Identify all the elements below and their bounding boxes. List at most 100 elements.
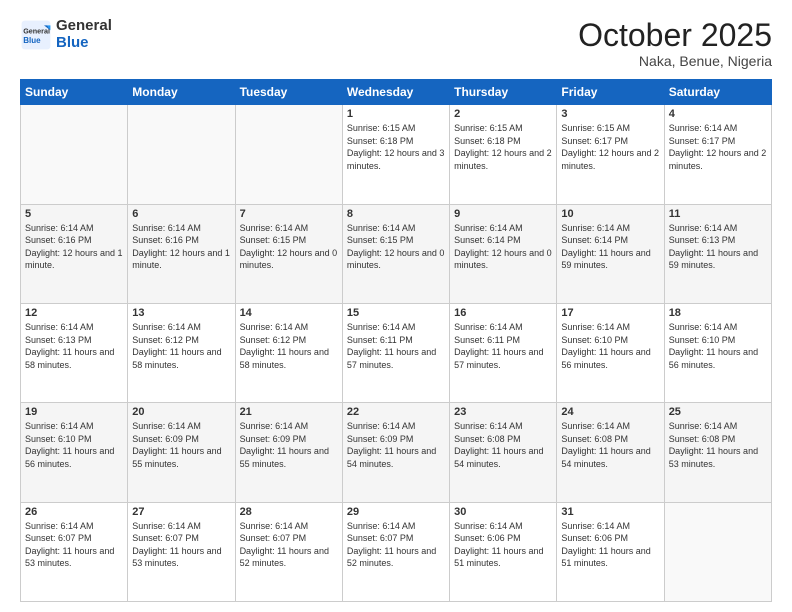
col-wednesday: Wednesday	[342, 80, 449, 105]
page-subtitle: Naka, Benue, Nigeria	[578, 53, 772, 69]
day-info: Sunrise: 6:14 AM Sunset: 6:13 PM Dayligh…	[25, 321, 123, 371]
day-number: 23	[454, 406, 552, 418]
col-sunday: Sunday	[21, 80, 128, 105]
day-number: 14	[240, 307, 338, 319]
day-info: Sunrise: 6:14 AM Sunset: 6:13 PM Dayligh…	[669, 222, 767, 272]
table-row: 17 Sunrise: 6:14 AM Sunset: 6:10 PM Dayli…	[557, 303, 664, 402]
day-number: 27	[132, 506, 230, 518]
logo-icon: General Blue	[20, 19, 52, 51]
table-row: 28 Sunrise: 6:14 AM Sunset: 6:07 PM Dayli…	[235, 502, 342, 601]
day-info: Sunrise: 6:14 AM Sunset: 6:16 PM Dayligh…	[132, 222, 230, 272]
table-row: 8Sunrise: 6:14 AM Sunset: 6:15 PM Daylig…	[342, 204, 449, 303]
table-row: 9Sunrise: 6:14 AM Sunset: 6:14 PM Daylig…	[450, 204, 557, 303]
day-info: Sunrise: 6:15 AM Sunset: 6:18 PM Dayligh…	[454, 122, 552, 172]
day-number: 10	[561, 208, 659, 220]
day-number: 30	[454, 506, 552, 518]
table-row: 5 Sunrise: 6:14 AM Sunset: 6:16 PM Daylig…	[21, 204, 128, 303]
table-row: 26Sunrise: 6:14 AM Sunset: 6:07 PM Dayli…	[21, 502, 128, 601]
page-title: October 2025	[578, 18, 772, 53]
day-number: 5	[25, 208, 123, 220]
day-info: Sunrise: 6:14 AM Sunset: 6:07 PM Dayligh…	[132, 520, 230, 570]
table-row: 7Sunrise: 6:14 AM Sunset: 6:15 PM Daylig…	[235, 204, 342, 303]
logo: General Blue General Blue	[20, 18, 112, 51]
day-number: 1	[347, 108, 445, 120]
day-number: 8	[347, 208, 445, 220]
day-info: Sunrise: 6:14 AM Sunset: 6:12 PM Dayligh…	[132, 321, 230, 371]
table-row: 10 Sunrise: 6:14 AM Sunset: 6:14 PM Dayli…	[557, 204, 664, 303]
col-tuesday: Tuesday	[235, 80, 342, 105]
logo-text-general: General	[56, 18, 112, 35]
table-row: 21 Sunrise: 6:14 AM Sunset: 6:09 PM Dayli…	[235, 403, 342, 502]
calendar-week-row: 5 Sunrise: 6:14 AM Sunset: 6:16 PM Daylig…	[21, 204, 772, 303]
day-number: 31	[561, 506, 659, 518]
day-info: Sunrise: 6:14 AM Sunset: 6:09 PM Dayligh…	[240, 420, 338, 470]
day-info: Sunrise: 6:14 AM Sunset: 6:09 PM Dayligh…	[132, 420, 230, 470]
table-row: 19Sunrise: 6:14 AM Sunset: 6:10 PM Dayli…	[21, 403, 128, 502]
day-info: Sunrise: 6:14 AM Sunset: 6:07 PM Dayligh…	[25, 520, 123, 570]
table-row: 13Sunrise: 6:14 AM Sunset: 6:12 PM Dayli…	[128, 303, 235, 402]
day-info: Sunrise: 6:14 AM Sunset: 6:07 PM Dayligh…	[347, 520, 445, 570]
day-info: Sunrise: 6:14 AM Sunset: 6:17 PM Dayligh…	[669, 122, 767, 172]
table-row: 24Sunrise: 6:14 AM Sunset: 6:08 PM Dayli…	[557, 403, 664, 502]
day-info: Sunrise: 6:14 AM Sunset: 6:06 PM Dayligh…	[561, 520, 659, 570]
table-row: 15 Sunrise: 6:14 AM Sunset: 6:11 PM Dayli…	[342, 303, 449, 402]
table-row: 29 Sunrise: 6:14 AM Sunset: 6:07 PM Dayli…	[342, 502, 449, 601]
day-number: 15	[347, 307, 445, 319]
day-number: 28	[240, 506, 338, 518]
table-row: 23 Sunrise: 6:14 AM Sunset: 6:08 PM Dayli…	[450, 403, 557, 502]
day-info: Sunrise: 6:14 AM Sunset: 6:08 PM Dayligh…	[454, 420, 552, 470]
day-info: Sunrise: 6:14 AM Sunset: 6:09 PM Dayligh…	[347, 420, 445, 470]
page: General Blue General Blue October 2025 N…	[0, 0, 792, 612]
table-row: 12 Sunrise: 6:14 AM Sunset: 6:13 PM Dayli…	[21, 303, 128, 402]
day-info: Sunrise: 6:14 AM Sunset: 6:06 PM Dayligh…	[454, 520, 552, 570]
day-info: Sunrise: 6:15 AM Sunset: 6:17 PM Dayligh…	[561, 122, 659, 172]
day-number: 21	[240, 406, 338, 418]
day-info: Sunrise: 6:14 AM Sunset: 6:11 PM Dayligh…	[347, 321, 445, 371]
day-number: 11	[669, 208, 767, 220]
col-thursday: Thursday	[450, 80, 557, 105]
day-number: 3	[561, 108, 659, 120]
day-number: 18	[669, 307, 767, 319]
day-info: Sunrise: 6:14 AM Sunset: 6:15 PM Dayligh…	[240, 222, 338, 272]
svg-text:General: General	[23, 26, 50, 35]
table-row: 25Sunrise: 6:14 AM Sunset: 6:08 PM Dayli…	[664, 403, 771, 502]
day-number: 12	[25, 307, 123, 319]
day-number: 24	[561, 406, 659, 418]
table-row: 3 Sunrise: 6:15 AM Sunset: 6:17 PM Daylig…	[557, 105, 664, 204]
table-row: 1Sunrise: 6:15 AM Sunset: 6:18 PM Daylig…	[342, 105, 449, 204]
col-monday: Monday	[128, 80, 235, 105]
day-info: Sunrise: 6:14 AM Sunset: 6:16 PM Dayligh…	[25, 222, 123, 272]
day-number: 22	[347, 406, 445, 418]
table-row: 18Sunrise: 6:14 AM Sunset: 6:10 PM Dayli…	[664, 303, 771, 402]
calendar-week-row: 26Sunrise: 6:14 AM Sunset: 6:07 PM Dayli…	[21, 502, 772, 601]
table-row: 31 Sunrise: 6:14 AM Sunset: 6:06 PM Dayli…	[557, 502, 664, 601]
day-number: 20	[132, 406, 230, 418]
table-row: 22 Sunrise: 6:14 AM Sunset: 6:09 PM Dayli…	[342, 403, 449, 502]
day-number: 17	[561, 307, 659, 319]
calendar-week-row: 1 Sunrise: 6:15 AM Sunset: 6:18 PM Daylig…	[21, 105, 772, 204]
day-info: Sunrise: 6:14 AM Sunset: 6:14 PM Dayligh…	[561, 222, 659, 272]
svg-text:Blue: Blue	[23, 36, 41, 45]
day-number: 16	[454, 307, 552, 319]
day-number: 4	[669, 108, 767, 120]
header: General Blue General Blue October 2025 N…	[20, 18, 772, 69]
day-info: Sunrise: 6:14 AM Sunset: 6:07 PM Dayligh…	[240, 520, 338, 570]
table-row	[21, 105, 128, 204]
table-row: 27 Sunrise: 6:14 AM Sunset: 6:07 PM Dayli…	[128, 502, 235, 601]
table-row	[664, 502, 771, 601]
table-row: 2 Sunrise: 6:15 AM Sunset: 6:18 PM Daylig…	[450, 105, 557, 204]
table-row: 16Sunrise: 6:14 AM Sunset: 6:11 PM Dayli…	[450, 303, 557, 402]
day-number: 29	[347, 506, 445, 518]
day-number: 6	[132, 208, 230, 220]
table-row	[235, 105, 342, 204]
col-friday: Friday	[557, 80, 664, 105]
col-saturday: Saturday	[664, 80, 771, 105]
day-info: Sunrise: 6:14 AM Sunset: 6:08 PM Dayligh…	[669, 420, 767, 470]
table-row: 14Sunrise: 6:14 AM Sunset: 6:12 PM Dayli…	[235, 303, 342, 402]
day-info: Sunrise: 6:14 AM Sunset: 6:10 PM Dayligh…	[561, 321, 659, 371]
table-row: 30 Sunrise: 6:14 AM Sunset: 6:06 PM Dayli…	[450, 502, 557, 601]
calendar-week-row: 19Sunrise: 6:14 AM Sunset: 6:10 PM Dayli…	[21, 403, 772, 502]
day-info: Sunrise: 6:14 AM Sunset: 6:14 PM Dayligh…	[454, 222, 552, 272]
calendar-week-row: 12 Sunrise: 6:14 AM Sunset: 6:13 PM Dayli…	[21, 303, 772, 402]
day-number: 2	[454, 108, 552, 120]
